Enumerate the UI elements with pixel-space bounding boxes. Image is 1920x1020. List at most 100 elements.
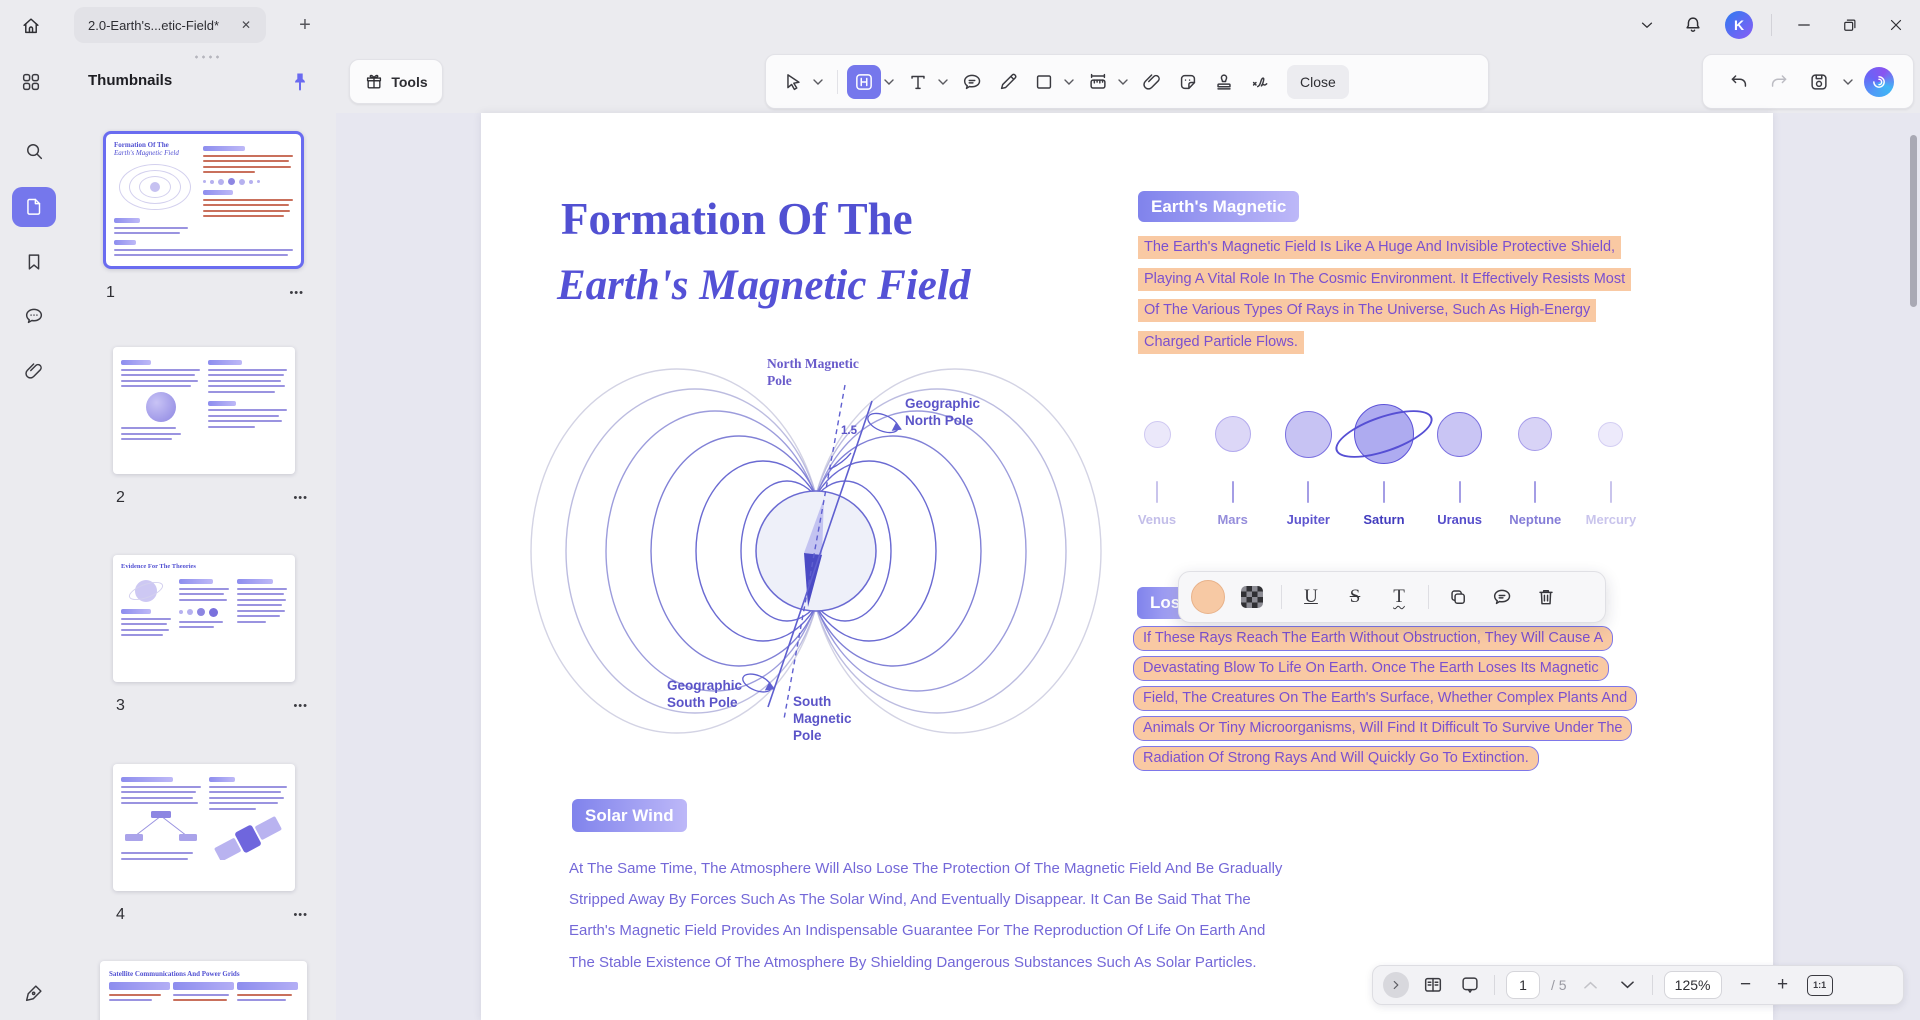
thumbnails-panel-button[interactable]	[12, 187, 56, 227]
apps-grid-icon	[22, 73, 40, 91]
highlighted-line[interactable]: Charged Particle Flows.	[1138, 330, 1304, 354]
scrollbar-thumb[interactable]	[1910, 135, 1917, 307]
thumbnail-menu-button[interactable]: •••	[293, 700, 308, 712]
save-chevron[interactable]	[1842, 71, 1854, 93]
tools-button[interactable]: Tools	[349, 59, 443, 104]
thumbnail-page-4[interactable]	[113, 764, 295, 891]
selected-highlight-line[interactable]: If These Rays Reach The Earth Without Ob…	[1133, 626, 1614, 651]
pin-button[interactable]	[288, 68, 316, 96]
stamp-tool-button[interactable]	[1207, 65, 1241, 99]
document-tab[interactable]: 2.0-Earth's...etic-Field* ✕	[74, 7, 266, 43]
attachment-tool-button[interactable]	[1135, 65, 1169, 99]
square-icon	[1036, 74, 1052, 89]
measure-tool-button[interactable]	[1081, 65, 1115, 99]
ai-assistant-button[interactable]	[1864, 66, 1894, 97]
badge-solar-wind[interactable]: Solar Wind	[572, 799, 687, 832]
comments-panel-button[interactable]	[12, 296, 56, 336]
minimize-icon	[1798, 24, 1810, 26]
add-comment-button[interactable]	[1483, 578, 1521, 616]
page-icon	[27, 198, 41, 215]
new-tab-button[interactable]: +	[292, 12, 318, 38]
select-tool-chevron[interactable]	[812, 71, 824, 93]
highlight-color-swatch[interactable]	[1189, 578, 1227, 616]
notifications-button[interactable]	[1679, 11, 1707, 39]
thumbnail-menu-button[interactable]: •••	[289, 287, 304, 299]
selected-highlight-line[interactable]: Animals Or Tiny Microorganisms, Will Fin…	[1133, 716, 1633, 741]
page-view-button[interactable]	[1420, 972, 1446, 998]
zoom-level-input[interactable]: 125%	[1663, 971, 1722, 999]
collapse-statusbar-button[interactable]	[1383, 972, 1409, 998]
search-button[interactable]	[12, 131, 56, 171]
thumbnail-menu-button[interactable]: •••	[293, 492, 308, 504]
toolbar-separator	[1428, 585, 1429, 609]
planet-saturn: Saturn	[1351, 401, 1417, 527]
close-toolbar-button[interactable]: Close	[1287, 64, 1349, 99]
pencil-tool-button[interactable]	[991, 65, 1025, 99]
thumbnail-page-1[interactable]: Formation Of The Earth's Magnetic Field	[103, 131, 304, 269]
measure-tool-chevron[interactable]	[1117, 71, 1129, 93]
collapse-titlebar-button[interactable]	[1633, 11, 1661, 39]
status-bar: 1 / 5 125% − + 1:1	[1372, 965, 1904, 1005]
shape-tool-chevron[interactable]	[1063, 71, 1075, 93]
stamp-icon	[1217, 73, 1231, 90]
highlighted-line[interactable]: Of The Various Types Of Rays in The Univ…	[1138, 299, 1597, 322]
squiggly-underline-button[interactable]: T	[1380, 578, 1418, 616]
signature-tool-button[interactable]	[1243, 65, 1277, 99]
tab-title: 2.0-Earth's...etic-Field*	[88, 17, 220, 33]
thumbnail-page-5[interactable]: Satellite Communications And Power Grids	[100, 961, 307, 1020]
selected-highlight-line[interactable]: Radiation Of Strong Rays And Will Quickl…	[1133, 746, 1539, 771]
delete-button[interactable]	[1527, 578, 1565, 616]
minimize-button[interactable]	[1790, 11, 1818, 39]
previous-page-button[interactable]	[1578, 972, 1604, 998]
maximize-button[interactable]	[1836, 11, 1864, 39]
actual-size-button[interactable]: 1:1	[1806, 974, 1833, 996]
duplicate-button[interactable]	[1439, 578, 1477, 616]
highlight-tool-chevron[interactable]	[883, 71, 895, 93]
page-number-input[interactable]: 1	[1506, 971, 1540, 999]
page-number-label: 3	[116, 697, 125, 714]
text-icon	[911, 75, 925, 89]
avatar[interactable]: K	[1725, 11, 1753, 39]
statusbar-separator	[1494, 975, 1495, 995]
opacity-button[interactable]	[1233, 578, 1271, 616]
attachments-panel-button[interactable]	[12, 351, 56, 391]
planet-tick	[1156, 481, 1158, 503]
comment-tool-button[interactable]	[955, 65, 989, 99]
select-tool-button[interactable]	[776, 65, 810, 99]
zoom-out-button[interactable]: −	[1733, 972, 1759, 998]
text-tool-button[interactable]	[901, 65, 935, 99]
signature-pen-button[interactable]	[12, 973, 56, 1013]
thumbnail-page-3[interactable]: Evidence For The Theories	[113, 555, 295, 682]
badge-earths-magnetic[interactable]: Earth's Magnetic	[1138, 191, 1300, 222]
selected-highlight-line[interactable]: Field, The Creatures On The Earth's Surf…	[1133, 686, 1638, 711]
bookmarks-panel-button[interactable]	[12, 242, 56, 282]
highlight-tool-button[interactable]	[847, 64, 881, 99]
selected-highlight-line[interactable]: Devastating Blow To Life On Earth. Once …	[1133, 656, 1609, 681]
highlighted-line[interactable]: Playing A Vital Role In The Cosmic Envir…	[1138, 267, 1632, 291]
undo-button[interactable]	[1722, 65, 1756, 99]
comment-icon	[1493, 589, 1511, 605]
underline-button[interactable]: U	[1292, 578, 1330, 616]
thumbnail-menu-button[interactable]: •••	[293, 909, 308, 921]
text-tool-chevron[interactable]	[937, 71, 949, 93]
strikethrough-button[interactable]: S	[1336, 578, 1374, 616]
home-button[interactable]	[20, 11, 50, 41]
zoom-in-button[interactable]: +	[1770, 972, 1796, 998]
toolbar-separator	[837, 69, 838, 94]
panel-drag-handle[interactable]	[193, 55, 221, 59]
pdf-page[interactable]: Formation Of The Earth's Magnetic Field	[481, 113, 1773, 1020]
planet-circle	[1518, 417, 1553, 451]
restore-icon	[1844, 19, 1856, 31]
redo-button[interactable]	[1762, 65, 1796, 99]
next-page-button[interactable]	[1615, 972, 1641, 998]
thumbnail-3-meta: 3 •••	[116, 696, 308, 716]
highlighted-line[interactable]: The Earth's Magnetic Field Is Like A Hug…	[1138, 236, 1622, 259]
shape-tool-button[interactable]	[1027, 65, 1061, 99]
apps-grid-button[interactable]	[20, 67, 50, 97]
thumbnail-page-2[interactable]	[113, 347, 295, 474]
save-button[interactable]	[1802, 65, 1836, 99]
presentation-button[interactable]	[1457, 972, 1483, 998]
sticker-tool-button[interactable]	[1171, 65, 1205, 99]
tab-close-icon[interactable]: ✕	[236, 16, 256, 34]
close-window-button[interactable]	[1882, 11, 1910, 39]
